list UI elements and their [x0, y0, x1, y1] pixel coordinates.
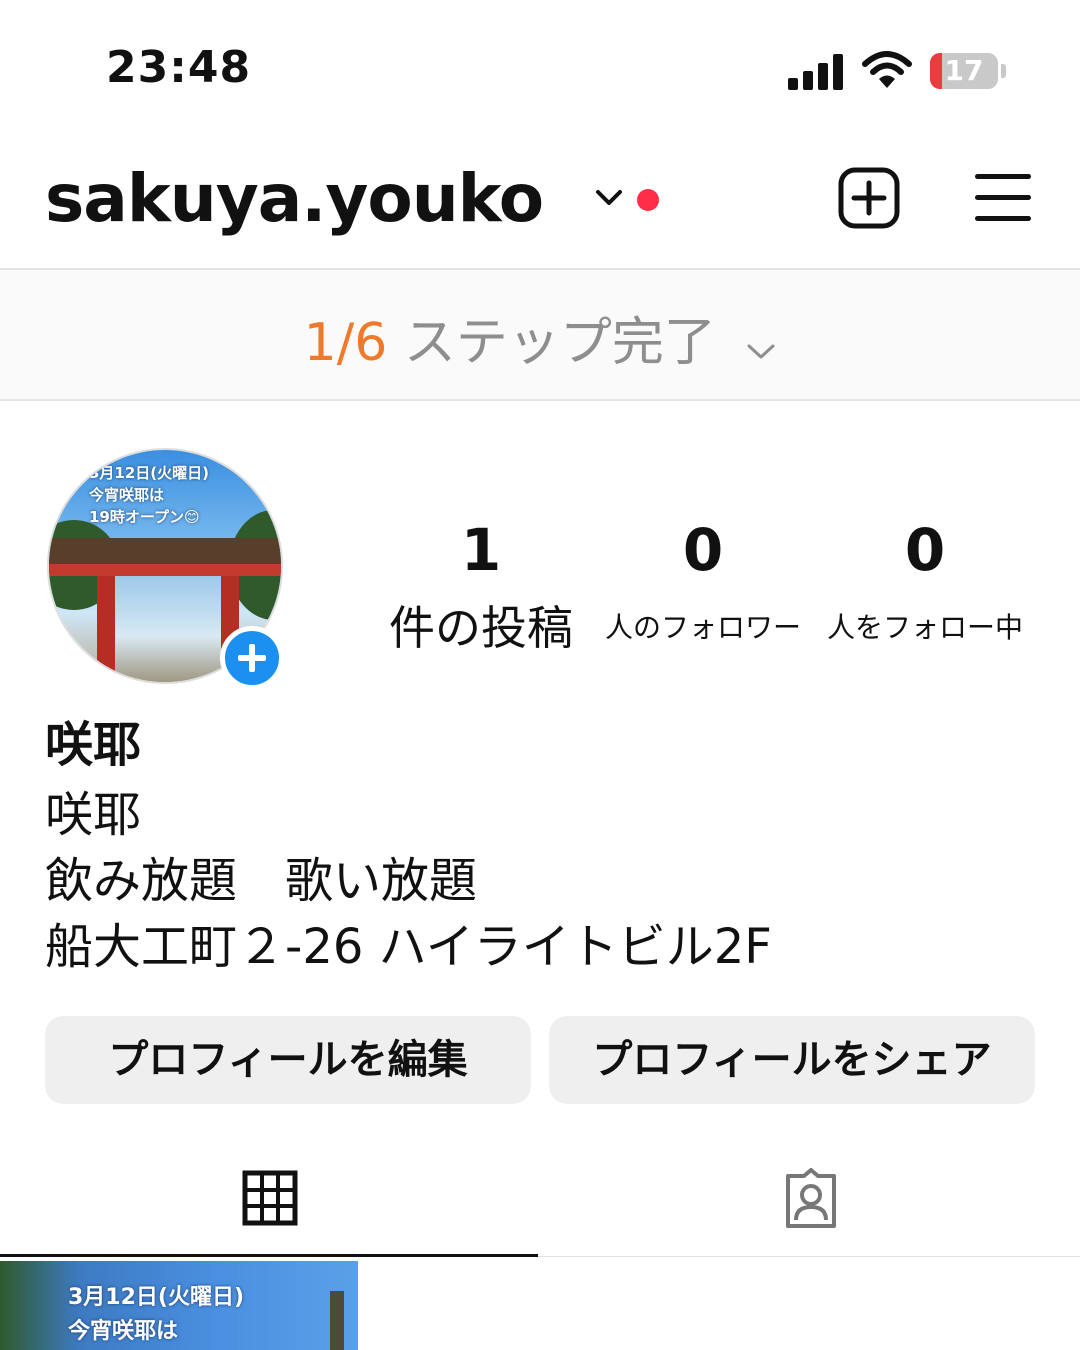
post-thumbnail[interactable]: 3月12日(火曜日) 今宵咲耶は [0, 1261, 358, 1350]
followers-count[interactable]: 0 人のフォロワー [600, 518, 806, 646]
share-profile-button[interactable]: プロフィールをシェア [549, 1016, 1035, 1104]
status-time: 23:48 [106, 42, 252, 93]
chevron-down-icon [746, 316, 776, 376]
add-story-icon[interactable] [220, 626, 284, 690]
steps-label: ステップ完了 [403, 313, 716, 373]
battery-level-text: 17 [944, 54, 984, 87]
steps-count: 1/6 [303, 313, 388, 373]
profile-name: 咲耶 [45, 717, 142, 773]
wifi-icon [862, 50, 912, 94]
tagged-photos-icon[interactable] [780, 1168, 842, 1230]
bio-address[interactable]: 船大工町２-26 ハイライトビル2F [45, 914, 772, 980]
account-username[interactable]: sakuya.youko [45, 160, 544, 237]
grid-icon[interactable] [242, 1170, 298, 1226]
active-tab-indicator [0, 1254, 538, 1257]
avatar-caption: 3月12日(火曜日) 今宵咲耶は 19時オープン😊 [89, 464, 210, 526]
notification-dot [637, 189, 659, 211]
battery-icon: 17 [930, 53, 998, 89]
posts-count[interactable]: 1 件の投稿 [380, 518, 582, 658]
steps-progress[interactable]: 1/6 ステップ完了 [0, 300, 1080, 376]
battery-tip [1001, 64, 1006, 78]
tab-divider [538, 1256, 1080, 1257]
chevron-down-icon[interactable] [594, 186, 624, 214]
create-post-icon[interactable] [838, 167, 900, 229]
steps-divider [0, 399, 1080, 401]
following-count[interactable]: 0 人をフォロー中 [822, 518, 1028, 646]
bio-line: 咲耶 [45, 787, 142, 843]
cellular-signal-icon [788, 52, 846, 90]
edit-profile-button[interactable]: プロフィールを編集 [45, 1016, 531, 1104]
hamburger-menu-icon[interactable] [975, 174, 1031, 222]
bio-line: 飲み放題 歌い放題 [45, 853, 478, 909]
